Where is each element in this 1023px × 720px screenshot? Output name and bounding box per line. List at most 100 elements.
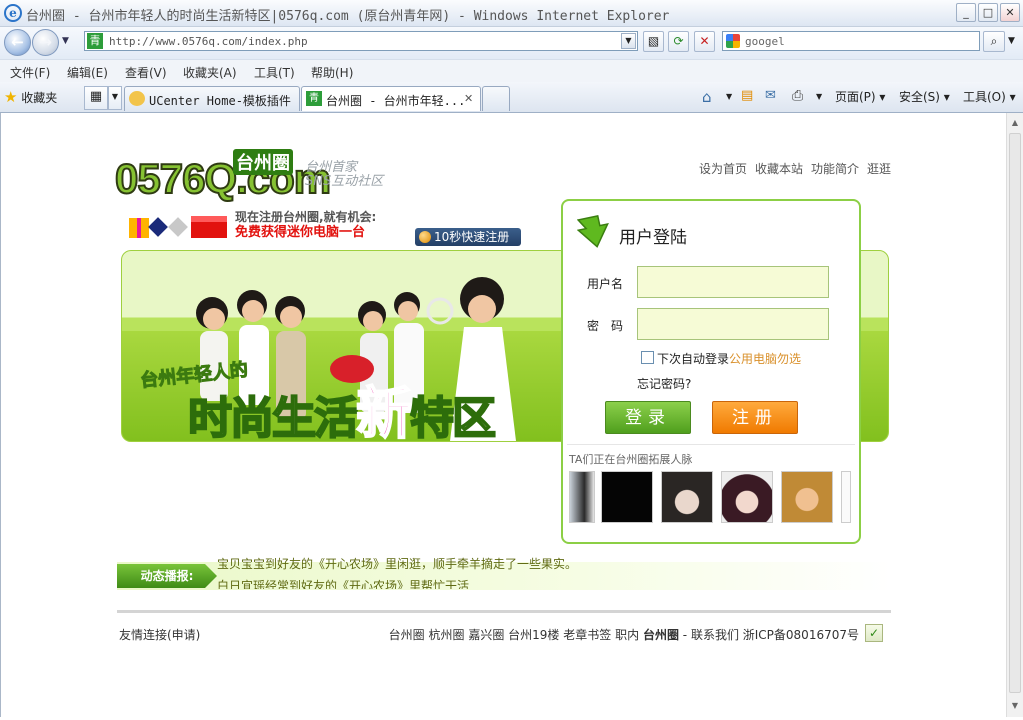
register-button[interactable]: 注册 (712, 401, 798, 434)
set-homepage-link[interactable]: 设为首页 (699, 160, 747, 177)
scroll-down-icon[interactable]: ▼ (1009, 699, 1021, 713)
site-logo[interactable]: 0576Q.com 台州圈 (114, 149, 332, 203)
menu-view[interactable]: 查看(V) (125, 64, 167, 81)
compatibility-view-icon[interactable]: ▧ (643, 31, 664, 52)
promo-line1: 现在注册台州圈,就有机会: (235, 210, 377, 224)
browse-link[interactable]: 逛逛 (867, 160, 891, 177)
news-line1[interactable]: 宝贝宝宝到好友的《开心农场》里闲逛，顺手牵羊摘走了一些果实。 (217, 557, 877, 572)
member-avatar[interactable] (601, 471, 653, 523)
menu-tools[interactable]: 工具(T) (254, 64, 295, 81)
logo-chip: 台州圈 (233, 149, 293, 175)
footer-link[interactable]: 嘉兴圈 (468, 628, 504, 642)
quick-tabs-icon[interactable]: ▦ (84, 86, 108, 110)
page-menu-button[interactable]: 页面(P) ▾ (835, 88, 885, 105)
tab-ucenter[interactable]: UCenter Home-模板插件 ... (124, 86, 320, 111)
window-titlebar: e 台州圈 - 台州市年轻人的时尚生活新特区|0576q.com (原台州青年网… (0, 0, 1023, 27)
member-avatar[interactable] (721, 471, 773, 523)
tools-menu-button[interactable]: 工具(O) ▾ (963, 88, 1016, 105)
new-tab-button[interactable] (482, 86, 510, 111)
scroll-up-icon[interactable]: ▲ (1009, 116, 1021, 130)
favorites-button[interactable]: ★ 收藏夹 (4, 88, 57, 106)
close-tab-icon[interactable]: ✕ (464, 92, 473, 105)
close-window-button[interactable]: ✕ (1000, 3, 1020, 22)
member-avatar[interactable] (661, 471, 713, 523)
promo-text: 现在注册台州圈,就有机会: 免费获得迷你电脑一台 (235, 210, 376, 240)
search-input[interactable]: googel (745, 35, 785, 48)
site-favicon: 青 (306, 91, 322, 106)
address-bar[interactable]: 青 http://www.0576q.com/index.php ▼ (84, 31, 638, 51)
tab-bar: ★ 收藏夹 ▦ ▼ UCenter Home-模板插件 ... 青 台州圈 - … (0, 82, 1023, 113)
gift-boxes-image (129, 216, 227, 238)
minimize-button[interactable]: _ (956, 3, 976, 22)
slogan-part-a: 时尚生活 (187, 392, 359, 442)
footer-links: 台州圈 杭州圈 嘉兴圈 台州19楼 老章书签 职内 台州圈 - 联系我们 浙IC… (389, 626, 859, 643)
search-box[interactable]: googel (722, 31, 980, 51)
tab-0576q[interactable]: 青 台州圈 - 台州市年轻... ✕ (301, 86, 481, 111)
ie-logo-icon: e (4, 4, 22, 22)
menu-favorites[interactable]: 收藏夹(A) (183, 64, 237, 81)
menu-edit[interactable]: 编辑(E) (67, 64, 108, 81)
search-icon[interactable]: ⌕ (983, 31, 1005, 52)
footer-link[interactable]: 台州19楼 (508, 628, 559, 642)
forward-button[interactable]: → (32, 29, 59, 56)
remember-me-label[interactable]: 下次自动登录公用电脑勿选 (657, 350, 801, 367)
footer-brand: 台州圈 (642, 628, 679, 642)
scrollbar-thumb[interactable] (1009, 133, 1021, 693)
vertical-scrollbar[interactable]: ▲ ▼ (1006, 113, 1023, 717)
tab-label: 台州圈 - 台州市年轻... (326, 94, 466, 108)
stop-icon[interactable]: ✕ (694, 31, 715, 52)
friend-links[interactable]: 友情连接(申请) (119, 626, 200, 643)
footer-link[interactable]: 职内 (615, 628, 639, 642)
site-favicon: 青 (87, 33, 103, 49)
tools-menu-label: 工具(O) (963, 90, 1006, 104)
remember-me-checkbox[interactable] (641, 351, 654, 364)
window-title: 台州圈 - 台州市年轻人的时尚生活新特区|0576q.com (原台州青年网) … (26, 9, 670, 24)
site-tagline: 台州首家 SNS互动社区 (305, 161, 383, 189)
quick-register-label: 10秒快速注册 (434, 230, 510, 244)
forgot-password-link[interactable]: 忘记密码? (637, 375, 691, 392)
print-icon[interactable]: ⎙ (792, 88, 803, 104)
login-divider (567, 444, 855, 445)
tagline-line2: SNS互动社区 (305, 174, 384, 189)
orange-dot-icon (419, 231, 431, 243)
menu-file[interactable]: 文件(F) (10, 64, 50, 81)
ucenter-icon (129, 91, 145, 106)
news-text: 宝贝宝宝到好友的《开心农场》里闲逛，顺手牵羊摘走了一些果实。 白日宜瑶经常到好友… (217, 557, 877, 589)
promo-line2: 免费获得迷你电脑一台 (235, 225, 366, 240)
search-options-icon[interactable]: ▼ (1008, 36, 1015, 46)
footer-link[interactable]: 杭州圈 (428, 628, 464, 642)
feeds-icon[interactable]: ▤ (741, 88, 753, 103)
read-mail-icon[interactable]: ✉ (765, 88, 776, 103)
password-label: 密 码 (587, 319, 624, 333)
member-avatar[interactable] (841, 471, 851, 523)
members-title: TA们正在台州圈拓展人脉 (569, 453, 693, 466)
safety-menu-button[interactable]: 安全(S) ▾ (899, 88, 950, 105)
menu-help[interactable]: 帮助(H) (311, 64, 353, 81)
username-field[interactable] (637, 266, 829, 298)
member-avatar[interactable] (569, 471, 595, 523)
page-menu-label: 页面(P) (835, 90, 876, 104)
footer-contact[interactable]: - 联系我们 浙ICP备08016707号 (683, 628, 859, 642)
address-dropdown-icon[interactable]: ▼ (621, 33, 636, 49)
quick-register-button[interactable]: 10秒快速注册 (415, 228, 521, 246)
address-url[interactable]: http://www.0576q.com/index.php (109, 35, 308, 48)
member-avatar[interactable] (781, 471, 833, 523)
refresh-icon[interactable]: ⟳ (668, 31, 689, 52)
tab-list-icon[interactable]: ▼ (108, 86, 122, 110)
login-panel: 用户登陆 用户名 密 码 下次自动登录公用电脑勿选 忘记密码? 登录 注册 TA… (561, 199, 861, 544)
home-dropdown-icon[interactable]: ▼ (726, 92, 732, 101)
history-dropdown-icon[interactable]: ▼ (62, 36, 69, 46)
password-field[interactable] (637, 308, 829, 340)
footer-link[interactable]: 台州圈 (389, 628, 425, 642)
tagline-line1: 台州首家 (305, 160, 358, 175)
back-button[interactable]: ← (4, 29, 31, 56)
features-link[interactable]: 功能简介 (811, 160, 859, 177)
maximize-button[interactable]: □ (978, 3, 998, 22)
bookmark-site-link[interactable]: 收藏本站 (755, 160, 803, 177)
news-line2[interactable]: 白日宜瑶经常到好友的《开心农场》里帮忙干活 (217, 579, 877, 589)
footer-link[interactable]: 老章书签 (563, 628, 611, 642)
print-dropdown-icon[interactable]: ▼ (816, 92, 822, 101)
home-icon[interactable]: ⌂ (702, 88, 712, 106)
login-button[interactable]: 登录 (605, 401, 691, 434)
slogan-part-c: 特区 (409, 392, 497, 442)
